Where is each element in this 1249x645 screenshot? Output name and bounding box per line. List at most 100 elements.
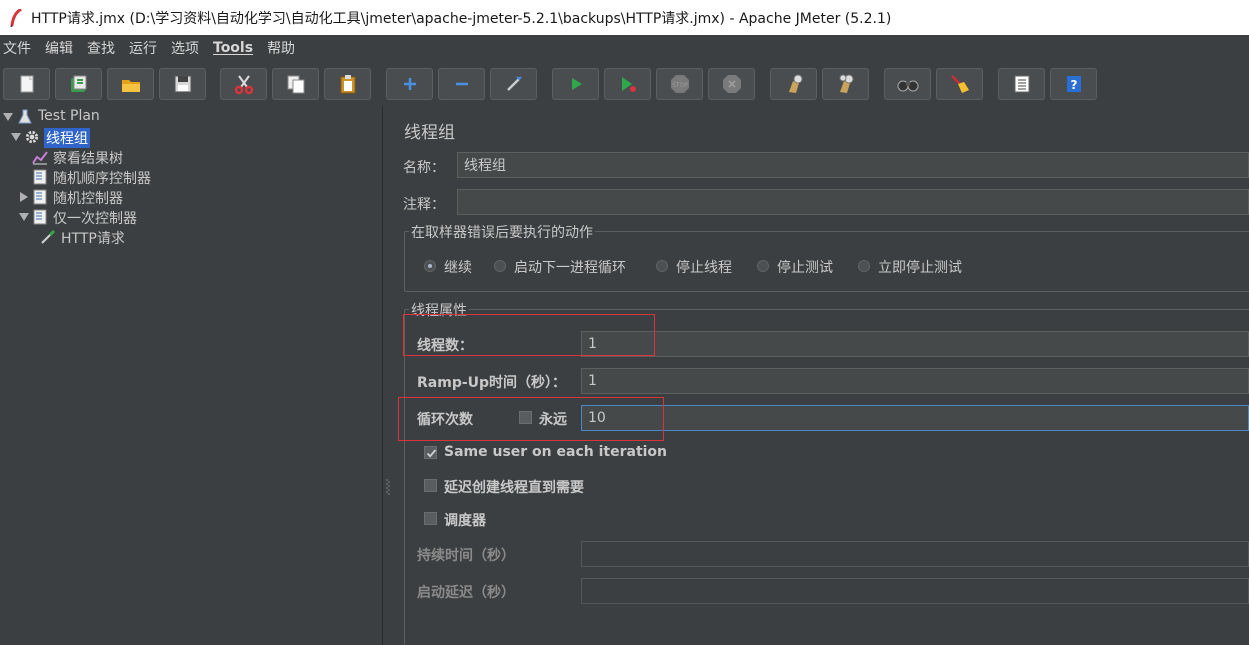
thread-group-panel: 线程组 名称： 线程组 注释： 在取样器错误后要执行的动作 继续 启动下一进程循…	[393, 106, 1249, 645]
tree-label-once-only-controller: 仅一次控制器	[53, 211, 137, 227]
play-icon	[571, 78, 582, 90]
tree-node-thread-group[interactable]: 线程组	[0, 127, 382, 148]
toolbar: STOP ?	[0, 62, 1249, 106]
start-no-pause-button[interactable]	[604, 68, 651, 100]
tree-node-random-controller[interactable]: 随机控制器	[0, 187, 382, 207]
expanded-arrow-icon[interactable]	[19, 212, 29, 222]
tree-node-random-order-controller[interactable]: 随机顺序控制器	[0, 167, 382, 187]
expanded-arrow-icon[interactable]	[3, 112, 13, 122]
test-plan-flask-icon	[18, 109, 32, 124]
radio-continue[interactable]	[424, 260, 436, 272]
duration-field[interactable]	[581, 541, 1249, 567]
chart-icon	[32, 151, 48, 165]
menu-file[interactable]: 文件	[3, 38, 31, 58]
jmeter-feather-icon	[9, 8, 23, 27]
checkmark-icon	[426, 449, 437, 458]
controller-icon	[33, 209, 47, 225]
list-icon	[1014, 75, 1029, 93]
stop-button[interactable]: STOP	[656, 68, 703, 100]
collapse-all-button[interactable]	[438, 68, 485, 100]
start-button[interactable]	[552, 68, 599, 100]
same-user-checkbox[interactable]	[424, 446, 437, 459]
radio-stop-test-label: 停止测试	[777, 260, 833, 276]
test-plan-tree: Test Plan 线程组 察看结果树 随机顺序控制器 随机控制器 仅一次控制器…	[0, 106, 382, 645]
tree-label-http-request: HTTP请求	[61, 231, 125, 247]
shutdown-button[interactable]	[708, 68, 755, 100]
expanded-arrow-icon[interactable]	[11, 132, 21, 142]
radio-stop-thread[interactable]	[656, 260, 668, 272]
rampup-field[interactable]: 1	[581, 368, 1249, 394]
play-no-pause-icon	[621, 77, 636, 92]
gear-icon	[25, 130, 39, 144]
wand-icon	[506, 76, 522, 91]
tree-node-test-plan[interactable]: Test Plan	[0, 107, 382, 127]
help-icon: ?	[1066, 76, 1081, 92]
duration-label: 持续时间（秒）	[417, 548, 515, 564]
tree-label-thread-group: 线程组	[44, 128, 90, 148]
menu-options[interactable]: 选项	[171, 38, 199, 58]
loop-highlight-box	[398, 397, 664, 441]
pipette-icon	[41, 229, 56, 244]
cut-button[interactable]	[220, 68, 267, 100]
toggle-button[interactable]	[490, 68, 537, 100]
menu-bar: 文件 编辑 查找 运行 选项 Tools 帮助	[0, 35, 1249, 61]
radio-stop-test-now[interactable]	[858, 260, 870, 272]
broom-icon	[950, 75, 969, 93]
radio-stop-test[interactable]	[757, 260, 769, 272]
copy-button[interactable]	[272, 68, 319, 100]
radio-stop-test-now-label: 立即停止测试	[878, 260, 962, 276]
radio-start-next-loop[interactable]	[494, 260, 506, 272]
paste-button[interactable]	[324, 68, 371, 100]
startup-delay-label: 启动延迟（秒）	[417, 585, 515, 601]
title-bar: HTTP请求.jmx (D:\学习资料\自动化学习\自动化工具\jmeter\a…	[0, 0, 1249, 35]
menu-tools[interactable]: Tools	[213, 40, 253, 56]
new-button[interactable]	[3, 68, 50, 100]
error-action-title: 在取样器错误后要执行的动作	[409, 222, 595, 242]
svg-text:STOP: STOP	[672, 82, 688, 89]
menu-edit[interactable]: 编辑	[45, 38, 73, 58]
clear-button[interactable]	[770, 68, 817, 100]
threads-field[interactable]: 1	[581, 331, 1249, 357]
templates-button[interactable]	[55, 68, 102, 100]
rampup-label: Ramp-Up时间（秒）：	[417, 375, 567, 391]
tree-node-view-results-tree[interactable]: 察看结果树	[0, 147, 382, 167]
menu-help[interactable]: 帮助	[267, 38, 295, 58]
scheduler-checkbox[interactable]	[424, 512, 437, 525]
delay-create-label: 延迟创建线程直到需要	[444, 480, 584, 496]
grip-icon[interactable]	[386, 478, 390, 498]
tree-label-random-controller: 随机控制器	[53, 191, 123, 207]
plus-icon	[403, 78, 416, 90]
function-helper-button[interactable]	[998, 68, 1045, 100]
reset-search-button[interactable]	[936, 68, 983, 100]
loop-count-field[interactable]: 10	[581, 405, 1249, 431]
collapsed-arrow-icon[interactable]	[19, 192, 29, 202]
window-title: HTTP请求.jmx (D:\学习资料\自动化学习\自动化工具\jmeter\a…	[31, 10, 892, 27]
search-button[interactable]	[884, 68, 931, 100]
startup-delay-field[interactable]	[581, 578, 1249, 604]
page-title: 线程组	[404, 123, 455, 143]
svg-text:?: ?	[1070, 78, 1077, 92]
help-button[interactable]: ?	[1050, 68, 1097, 100]
new-icon	[20, 75, 33, 93]
name-label: 名称：	[403, 160, 445, 176]
open-button[interactable]	[107, 68, 154, 100]
comment-field[interactable]	[457, 189, 1249, 215]
open-icon	[121, 80, 140, 92]
tree-node-http-request[interactable]: HTTP请求	[0, 227, 382, 247]
stop-icon: STOP	[670, 75, 689, 93]
same-user-label: Same user on each iteration	[444, 444, 668, 460]
tree-node-once-only-controller[interactable]: 仅一次控制器	[0, 207, 382, 227]
menu-run[interactable]: 运行	[129, 38, 157, 58]
tree-label-random-order-controller: 随机顺序控制器	[53, 171, 151, 187]
delay-create-checkbox[interactable]	[424, 479, 437, 492]
save-button[interactable]	[159, 68, 206, 100]
name-field[interactable]: 线程组	[457, 152, 1249, 178]
binoculars-icon	[897, 80, 918, 92]
tree-label-view-results-tree: 察看结果树	[53, 151, 123, 167]
clear-all-button[interactable]	[822, 68, 869, 100]
menu-search[interactable]: 查找	[87, 38, 115, 58]
broom-gear-icon	[788, 74, 802, 93]
expand-all-button[interactable]	[386, 68, 433, 100]
save-icon	[174, 75, 191, 93]
radio-continue-label: 继续	[444, 260, 472, 276]
